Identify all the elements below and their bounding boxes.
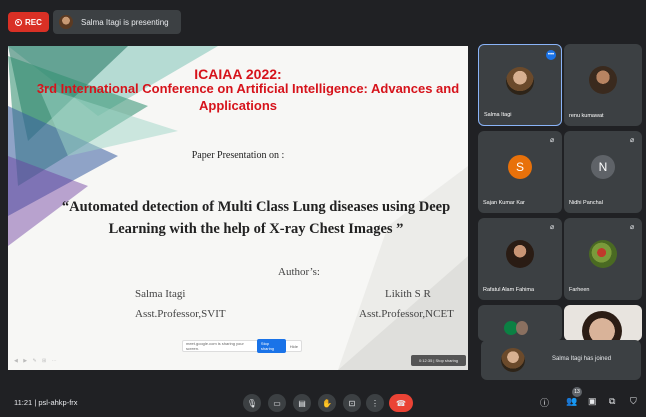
more-vert-icon: ⋮ (371, 398, 379, 408)
participant-tile-rafatul[interactable]: ⌀ Rafatul Alam Fahima (478, 218, 562, 300)
paper-title-line2: Learning with the help of X-ray Chest Im… (108, 221, 404, 237)
presenter-avatar (59, 15, 73, 29)
paper-presentation-label: Paper Presentation on : (191, 150, 285, 161)
top-bar: REC Salma Itagi is presenting (0, 0, 646, 38)
participant-photo (589, 66, 617, 94)
mic-off-icon: ⌀ (630, 224, 635, 231)
notification-avatar (501, 348, 525, 372)
presentation-slide: ICAIAA 2022: 3rd International Conferenc… (8, 46, 468, 370)
record-icon (15, 18, 22, 26)
hand-icon: ✋ (322, 398, 332, 408)
mic-off-icon: ⌀ (550, 224, 555, 231)
shield-icon: ⛉ (630, 396, 637, 406)
rec-label: REC (25, 17, 42, 27)
microphone-icon: 🎙 (246, 398, 258, 408)
share-notice-text: meet.google.com is sharing your screen. (186, 341, 244, 351)
meeting-time: 11:21 (14, 398, 33, 407)
captions-icon: ▤ (298, 398, 306, 408)
people-icon: 👥 (566, 396, 578, 406)
captions-button[interactable]: ▤ (293, 394, 311, 412)
participant-tile-self[interactable] (564, 305, 642, 341)
participant-name: Rafatul Alam Fahima (483, 287, 535, 293)
author1-affiliation: Asst.Professor,SVIT (135, 308, 226, 320)
activities-icon: ⧉ (609, 396, 616, 406)
people-button[interactable]: 👥 (566, 396, 577, 407)
mic-off-icon: ⌀ (630, 137, 635, 144)
participant-photo (589, 240, 617, 268)
paper-title: “Automated detection of Multi Class Lung… (56, 196, 456, 240)
authors-heading: Author’s: (278, 266, 320, 278)
participant-name: Farheen (569, 287, 590, 293)
stop-sharing-pill[interactable]: 0:12:35 | Stop sharing (411, 355, 466, 366)
activities-button[interactable]: ⧉ (609, 396, 615, 407)
participant-initial: S (508, 155, 532, 179)
conference-title-full: 3rd International Conference on Artifici… (36, 81, 460, 96)
leave-call-button[interactable]: ☎ (389, 394, 413, 412)
presenting-text: Salma Itagi is presenting (81, 17, 169, 27)
author2-name: Likith S R (385, 288, 431, 300)
notification-text: Salma Itagi has joined (552, 356, 612, 362)
bottom-bar: 11:21 | psl-ahkp-frx 🎙 ▭ ▤ ✋ ⊡ ⋮ ☎ ⓘ 13 … (0, 386, 646, 417)
participant-tile-sajan[interactable]: ⌀ S Sajan Kumar Kar (478, 131, 562, 213)
join-notification: Salma Itagi has joined (481, 340, 641, 380)
speaking-indicator-icon: ••• (546, 50, 556, 60)
stop-sharing-button[interactable]: Stop sharing (256, 339, 286, 353)
phone-hangup-icon: ☎ (396, 398, 406, 408)
author1-name: Salma Itagi (135, 288, 186, 300)
recording-indicator[interactable]: REC (8, 12, 49, 32)
host-controls-button[interactable]: ⛉ (630, 396, 637, 407)
conference-title-end: Applications (198, 98, 277, 113)
more-options-button[interactable]: ⋮ (366, 394, 384, 412)
participant-tile-nidhi[interactable]: ⌀ N Nidhi Panchal (564, 131, 642, 213)
camera-icon: ▭ (273, 398, 281, 408)
participant-name: renu kumawat (569, 113, 604, 119)
present-button[interactable]: ⊡ (343, 394, 361, 412)
participant-name: Sajan Kumar Kar (483, 200, 525, 206)
participant-initial: N (591, 155, 615, 179)
participant-photo (516, 321, 528, 335)
participant-photo (506, 67, 534, 95)
participant-tile-farheen[interactable]: ⌀ Farheen (564, 218, 642, 300)
participant-tile-renu[interactable]: renu kumawat (564, 44, 642, 126)
present-icon: ⊡ (348, 398, 356, 408)
slide-nav-controls[interactable]: ◀ ▶ ✎ ⊞ ⋯ (14, 358, 59, 364)
camera-button[interactable]: ▭ (268, 394, 286, 412)
participant-tile-more[interactable] (478, 305, 562, 341)
hide-button[interactable]: Hide (290, 344, 298, 349)
info-icon: ⓘ (540, 398, 550, 408)
chat-icon: ▣ (588, 396, 597, 406)
conference-title-acronym: ICAIAA 2022: (194, 66, 282, 82)
paper-title-line1: “Automated detection of Multi Class Lung… (61, 199, 451, 215)
microphone-button[interactable]: 🎙 (243, 394, 261, 412)
participant-photo (506, 240, 534, 268)
raise-hand-button[interactable]: ✋ (318, 394, 336, 412)
presenting-banner: Salma Itagi is presenting (53, 10, 181, 34)
screen-share-notice: meet.google.com is sharing your screen. … (182, 339, 302, 353)
chat-button[interactable]: ▣ (588, 396, 597, 407)
meeting-info: 11:21 | psl-ahkp-frx (14, 398, 78, 407)
participant-tile-salma[interactable]: ••• Salma Itagi (478, 44, 562, 126)
meeting-separator: | (34, 398, 37, 407)
meeting-code: psl-ahkp-frx (38, 398, 78, 407)
participant-name: Nidhi Panchal (569, 200, 603, 206)
participant-name: Salma Itagi (484, 112, 512, 118)
mic-off-icon: ⌀ (550, 137, 555, 144)
meeting-details-button[interactable]: ⓘ (540, 396, 549, 409)
author2-affiliation: Asst.Professor,NCET (359, 308, 454, 320)
participant-photo (582, 311, 622, 341)
